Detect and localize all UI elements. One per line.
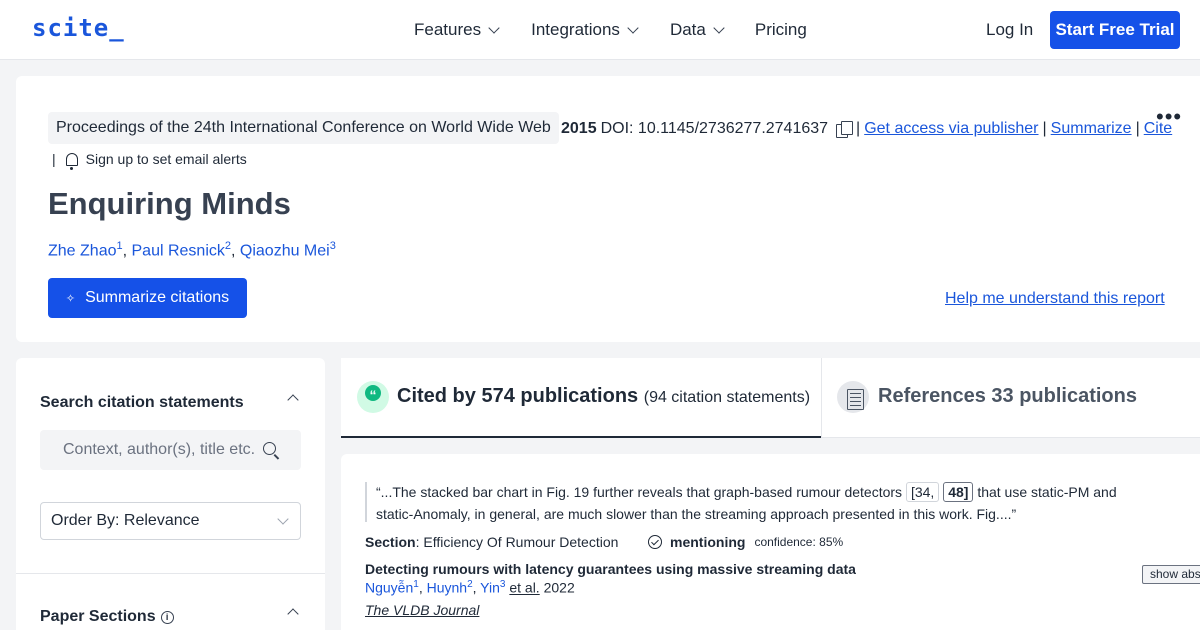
paper-meta-line: 2015 DOI: 10.1145/2736277.2741637 | Get …	[561, 119, 1172, 139]
et-al-link[interactable]: et al.	[509, 580, 539, 596]
quote-icon	[357, 381, 389, 413]
tab-divider	[821, 437, 1200, 438]
nav-features-label: Features	[414, 20, 482, 39]
citation-quote: “...The stacked bar chart in Fig. 19 fur…	[376, 481, 1136, 525]
paper-title: Enquiring Minds	[48, 186, 291, 221]
citation-search-box	[40, 430, 301, 470]
citing-paper-year: 2022	[543, 579, 575, 596]
reference-marker[interactable]: [34,	[905, 482, 940, 502]
order-by-select[interactable]: Order By: Relevance	[40, 502, 301, 540]
author-link[interactable]: Zhe Zhao	[48, 242, 116, 259]
get-access-link[interactable]: Get access via publisher	[864, 119, 1038, 139]
paper-sections-heading: Paper Sections i	[40, 608, 174, 626]
citing-paper-authors: Nguyễn1, Huynh2, Yin3 et al. 2022	[365, 579, 575, 596]
paper-sections-label: Paper Sections	[40, 608, 156, 625]
cited-by-label: Cited by 574 publications	[397, 385, 639, 407]
help-understand-report-link[interactable]: Help me understand this report	[945, 290, 1165, 308]
nav-integrations[interactable]: Integrations	[531, 20, 639, 40]
quote-text: “...The stacked bar chart in Fig. 19 fur…	[376, 484, 903, 500]
chevron-down-icon	[713, 21, 725, 34]
separator: |	[1135, 120, 1140, 137]
summarize-citations-label: Summarize citations	[85, 289, 230, 306]
document-icon	[837, 381, 869, 413]
email-alerts-label: Sign up to set email alerts	[85, 151, 247, 167]
nav-integrations-label: Integrations	[531, 20, 620, 39]
classification-confidence: confidence: 85%	[754, 535, 844, 549]
chevron-down-icon	[627, 21, 639, 34]
author-link[interactable]: Huynh	[427, 580, 467, 596]
author-affiliation: 3	[329, 240, 336, 252]
chevron-down-icon	[277, 513, 289, 525]
nav-data[interactable]: Data	[669, 20, 725, 40]
author-link[interactable]: Qiaozhu Mei	[240, 242, 330, 259]
citing-paper-title[interactable]: Detecting rumours with latency guarantee…	[365, 561, 856, 577]
section-label: Section	[365, 534, 416, 550]
chevron-down-icon	[488, 21, 500, 34]
quote-bar	[365, 482, 367, 522]
citation-classification: mentioning confidence: 85%	[648, 534, 843, 550]
publication-year: 2015	[561, 120, 597, 137]
section-value: : Efficiency Of Rumour Detection	[415, 534, 619, 550]
reference-marker-highlighted[interactable]: 48]	[943, 482, 974, 502]
separator: |	[856, 120, 861, 137]
classification-type: mentioning	[670, 534, 746, 550]
summarize-citations-button[interactable]: ✧ Summarize citations	[48, 278, 247, 318]
scite-logo[interactable]: scite_	[32, 14, 125, 42]
summarize-link[interactable]: Summarize	[1051, 119, 1132, 139]
tab-cited-by[interactable]: Cited by 574 publications (94 citation s…	[397, 385, 810, 408]
author-link[interactable]: Nguyễn	[365, 580, 413, 596]
search-citations-heading: Search citation statements	[40, 394, 244, 411]
nav-pricing[interactable]: Pricing	[755, 20, 807, 40]
tab-divider	[821, 358, 822, 438]
search-icon[interactable]	[263, 442, 276, 455]
nav-features[interactable]: Features	[414, 20, 500, 40]
bell-icon	[65, 152, 78, 170]
author-link[interactable]: Yin	[480, 580, 500, 596]
nav-data-label: Data	[669, 20, 706, 39]
login-link[interactable]: Log In	[986, 20, 1033, 40]
citation-statements-count: (94 citation statements)	[643, 389, 811, 406]
sidebar-divider	[16, 573, 325, 574]
check-circle-icon	[648, 535, 662, 549]
start-free-trial-button[interactable]: Start Free Trial	[1050, 11, 1180, 49]
author-link[interactable]: Paul Resnick	[132, 242, 225, 259]
email-alerts-link[interactable]: | Sign up to set email alerts	[52, 151, 247, 170]
more-options-icon[interactable]: •••	[1156, 104, 1182, 130]
nav-pricing-label: Pricing	[754, 20, 807, 39]
citation-section: Section: Efficiency Of Rumour Detection	[365, 534, 618, 550]
doi-text: DOI: 10.1145/2736277.2741637	[600, 120, 829, 137]
citing-paper-journal[interactable]: The VLDB Journal	[365, 602, 479, 618]
venue-badge: Proceedings of the 24th International Co…	[48, 112, 559, 144]
author-affiliation: 3	[499, 579, 506, 590]
active-tab-indicator	[341, 436, 821, 438]
tab-references[interactable]: References 33 publications	[878, 385, 1137, 408]
order-by-value: Order By: Relevance	[51, 512, 200, 529]
separator: |	[1042, 120, 1047, 137]
citation-search-input[interactable]	[40, 430, 260, 470]
separator: |	[52, 151, 56, 167]
sparkle-icon: ✧	[65, 292, 76, 305]
author-list: Zhe Zhao1, Paul Resnick2, Qiaozhu Mei3	[48, 240, 336, 260]
copy-icon[interactable]	[836, 121, 854, 138]
show-abstract-button[interactable]: show abstract	[1142, 565, 1200, 584]
main-nav: Features Integrations Data Pricing	[414, 20, 807, 40]
info-icon[interactable]: i	[160, 610, 174, 624]
